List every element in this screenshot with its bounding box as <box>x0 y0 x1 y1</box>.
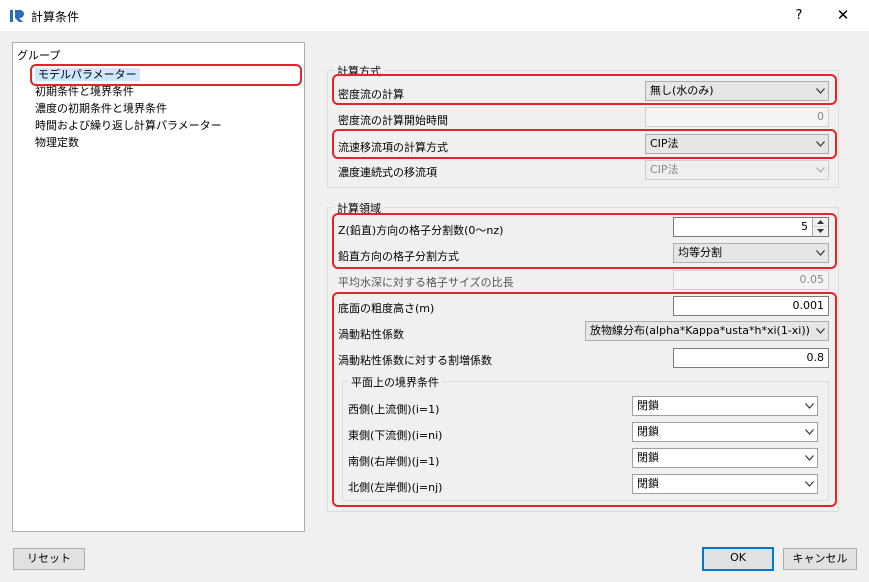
app-icon <box>9 8 25 24</box>
eddy-viscosity-select[interactable]: 放物線分布(alpha*Kappa*usta*h*xi(1-xi)) <box>585 321 829 341</box>
north-boundary-select[interactable]: 閉鎖 <box>632 474 818 494</box>
boundary-title: 平面上の境界条件 <box>348 374 442 390</box>
close-button[interactable]: ✕ <box>820 2 866 29</box>
density-flow-select[interactable]: 無し(水のみ) <box>645 81 829 101</box>
chevron-down-icon <box>816 328 825 336</box>
south-boundary-select[interactable]: 閉鎖 <box>632 448 818 468</box>
chevron-down-icon <box>805 429 814 437</box>
spin-down-icon[interactable] <box>813 227 828 236</box>
eddy-factor-input[interactable]: 0.8 <box>673 348 829 368</box>
density-start-input[interactable]: 0 <box>645 107 829 127</box>
grid-ratio-input[interactable]: 0.05 <box>673 270 829 290</box>
north-boundary-label: 北側(左岸側)(j=nj) <box>348 481 443 494</box>
vertical-method-label: 鉛直方向の格子分割方式 <box>338 250 459 263</box>
east-boundary-select[interactable]: 閉鎖 <box>632 422 818 442</box>
spin-up-icon[interactable] <box>813 218 828 227</box>
roughness-input[interactable]: 0.001 <box>673 296 829 316</box>
vertical-method-select[interactable]: 均等分割 <box>673 243 829 263</box>
chevron-down-icon <box>816 250 825 258</box>
calc-method-title: 計算方式 <box>334 63 384 79</box>
west-boundary-select[interactable]: 閉鎖 <box>632 396 818 416</box>
ok-button[interactable]: OK <box>702 547 774 571</box>
reset-button[interactable]: リセット <box>13 548 85 570</box>
density-flow-label: 密度流の計算 <box>338 88 404 101</box>
chevron-down-icon <box>805 481 814 489</box>
calc-domain-title: 計算領域 <box>334 200 384 216</box>
chevron-down-icon <box>816 88 825 96</box>
window-title: 計算条件 <box>31 10 80 24</box>
eddy-factor-label: 渦動粘性係数に対する割増係数 <box>338 354 492 367</box>
chevron-down-icon <box>816 141 825 149</box>
roughness-label: 底面の粗度高さ(m) <box>338 302 435 315</box>
title-bar: 計算条件 ? ✕ <box>0 0 869 31</box>
tree-item-concentration-conditions[interactable]: 濃度の初期条件と境界条件 <box>35 101 167 117</box>
advection-select[interactable]: CIP法 <box>645 134 829 154</box>
chevron-down-icon <box>816 167 825 175</box>
group-header: グループ <box>17 49 61 62</box>
cancel-button[interactable]: キャンセル <box>783 548 857 570</box>
density-start-label: 密度流の計算開始時間 <box>338 114 448 127</box>
z-divisions-spinbox[interactable]: 5 <box>673 217 829 237</box>
tree-item-initial-boundary[interactable]: 初期条件と境界条件 <box>35 84 134 100</box>
eddy-viscosity-label: 渦動粘性係数 <box>338 328 404 341</box>
chevron-down-icon <box>805 403 814 411</box>
tree-item-time-iteration[interactable]: 時間および繰り返し計算パラメーター <box>35 118 222 134</box>
grid-ratio-label: 平均水深に対する格子サイズの比長 <box>338 276 514 289</box>
chevron-down-icon <box>805 455 814 463</box>
west-boundary-label: 西側(上流側)(i=1) <box>348 403 440 416</box>
help-button[interactable]: ? <box>784 2 814 29</box>
group-panel: グループ モデルパラメーター 初期条件と境界条件 濃度の初期条件と境界条件 時間… <box>12 42 305 532</box>
east-boundary-label: 東側(下流側)(i=ni) <box>348 429 443 442</box>
tree-item-physical-constants[interactable]: 物理定数 <box>35 135 79 151</box>
advection-label: 流速移流項の計算方式 <box>338 141 448 154</box>
concentration-advection-label: 濃度連続式の移流項 <box>338 166 437 179</box>
z-divisions-label: Z(鉛直)方向の格子分割数(0〜nz) <box>338 224 504 237</box>
south-boundary-label: 南側(右岸側)(j=1) <box>348 455 440 468</box>
tree-item-model-parameters[interactable]: モデルパラメーター <box>35 67 140 83</box>
concentration-advection-select[interactable]: CIP法 <box>645 160 829 180</box>
